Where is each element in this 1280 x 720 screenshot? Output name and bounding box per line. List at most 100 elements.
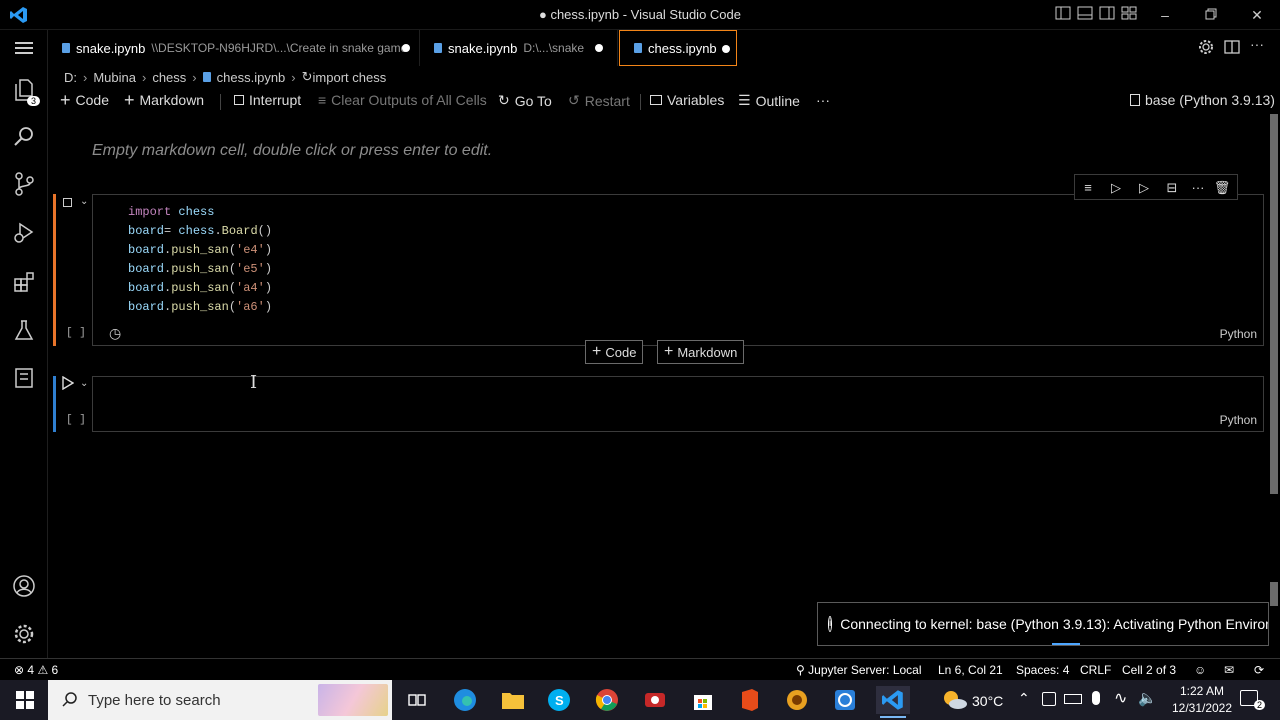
run-by-line-icon[interactable]: ≡ [1077,177,1099,199]
minimize-icon[interactable]: – [1154,4,1176,26]
run-cell-icon[interactable] [62,375,75,393]
cell-collapse-chevron-icon[interactable]: ⌄ [80,196,88,207]
toggle-primary-sidebar-icon[interactable] [1052,4,1074,26]
wifi-icon[interactable]: ∿ [1114,688,1127,708]
outline-button[interactable]: ☰ Outline [738,92,800,109]
unsaved-dot-icon[interactable] [722,45,730,53]
office-icon[interactable] [734,686,764,714]
end-of-line[interactable]: CRLF [1080,663,1111,677]
task-view-icon[interactable] [402,686,432,714]
tab-snake-local[interactable]: snake.ipynb D:\...\snake [420,30,618,66]
vscode-taskbar-icon[interactable] [876,686,910,718]
notifications-bell-icon[interactable]: ✉ [1224,663,1234,677]
tab-snake-remote[interactable]: snake.ipynb \\DESKTOP-N96HJRD\...\Create… [48,30,420,66]
jupyter-server-status[interactable]: ⚲ Jupyter Server: Local [796,663,922,677]
split-editor-icon[interactable] [1224,39,1240,58]
delete-cell-icon[interactable]: 🗑 [1211,177,1233,199]
breadcrumb-cell[interactable]: import chess [313,70,387,85]
kernel-picker-button[interactable]: base (Python 3.9.13) [1130,92,1275,108]
tray-app-icon[interactable] [1042,692,1056,706]
file-explorer-icon[interactable] [498,686,528,714]
breadcrumb-file[interactable]: chess.ipynb [217,70,286,85]
breadcrumb-drive[interactable]: D: [64,70,77,85]
code-cell[interactable]: Python [92,376,1264,432]
variables-button[interactable]: Variables [650,92,724,108]
cursor-position[interactable]: Ln 6, Col 21 [938,663,1003,677]
clock-time[interactable]: 1:22 AM [1170,684,1234,698]
active-app-underline [880,716,906,718]
remote-explorer-icon[interactable] [10,364,38,392]
indentation[interactable]: Spaces: 4 [1016,663,1069,677]
close-icon[interactable]: ✕ [1246,4,1268,26]
insert-markdown-cell-button[interactable]: + Markdown [657,340,745,364]
kernel-notification[interactable]: i Connecting to kernel: base (Python 3.9… [817,602,1269,646]
windows-start-icon[interactable] [10,686,40,714]
menu-icon[interactable] [10,34,38,62]
microphone-icon[interactable] [1092,691,1100,705]
more-actions-icon[interactable]: ··· [1250,36,1264,52]
cell-square-icon[interactable] [63,198,72,207]
app-orange-icon[interactable] [782,686,812,714]
clock-date[interactable]: 12/31/2022 [1166,701,1238,715]
restart-button[interactable]: ↺ Restart [568,92,630,109]
search-icon[interactable] [10,122,38,150]
restore-icon[interactable] [1200,4,1222,26]
testing-icon[interactable] [10,316,38,344]
unsaved-dot-icon[interactable] [402,44,410,52]
microsoft-store-icon[interactable] [688,686,718,714]
live-share-icon[interactable]: ⟳ [1254,663,1264,677]
add-code-cell-button[interactable]: + Code [60,91,109,109]
cell-language[interactable]: Python [1220,413,1257,427]
markdown-placeholder[interactable]: Empty markdown cell, double click or pre… [92,142,492,160]
toolbar-divider [220,94,221,110]
screen-recorder-icon[interactable] [640,686,670,714]
run-debug-icon[interactable] [10,218,38,246]
manage-gear-icon[interactable] [10,620,38,648]
add-markdown-cell-button[interactable]: + Markdown [124,91,204,109]
unsaved-dot-icon[interactable] [595,44,603,52]
scrollbar-thumb[interactable] [1270,114,1278,494]
cell-language[interactable]: Python [1220,327,1257,341]
tab-chess[interactable]: chess.ipynb [619,30,737,66]
weather-icon[interactable] [940,686,970,714]
interrupt-button[interactable]: Interrupt [234,92,301,108]
split-cell-icon[interactable]: ⊟ [1161,177,1183,199]
action-center-badge: 2 [1254,700,1266,710]
chrome-icon[interactable] [592,686,622,714]
accounts-icon[interactable] [10,572,38,600]
goto-button[interactable]: ↻ Go To [498,92,552,109]
temperature[interactable]: 30°C [972,693,1003,709]
source-control-icon[interactable] [10,170,38,198]
cell-collapse-chevron-icon[interactable]: ⌄ [80,378,88,389]
explorer-icon[interactable]: 3 [10,76,40,106]
settings-gear-icon[interactable] [1198,39,1214,58]
execute-above-icon[interactable]: ▷ [1105,177,1127,199]
execute-below-icon[interactable]: ▷ [1133,177,1155,199]
code-editor[interactable]: import chess board= chess.Board() board.… [128,203,272,317]
progress-bar [1052,643,1080,645]
toggle-panel-icon[interactable] [1074,4,1096,26]
app-blue-icon[interactable] [830,686,860,714]
search-highlight-image [318,684,388,716]
variables-label: Variables [667,92,725,108]
cell-more-icon[interactable]: ··· [1187,177,1209,199]
clear-outputs-button[interactable]: ≡ Clear Outputs of All Cells [318,92,487,108]
code-cell[interactable]: import chess board= chess.Board() board.… [92,194,1264,346]
insert-code-cell-button[interactable]: + Code [585,340,644,364]
extensions-icon[interactable] [10,268,38,296]
breadcrumb-folder-mubina[interactable]: Mubina [93,70,136,85]
edge-browser-icon[interactable] [450,686,480,714]
toggle-secondary-sidebar-icon[interactable] [1096,4,1118,26]
skype-icon[interactable]: S [544,686,574,714]
breadcrumb-folder-chess[interactable]: chess [152,70,186,85]
taskbar-search-box[interactable]: Type here to search [48,680,392,720]
volume-icon[interactable]: 🔈 [1138,689,1157,707]
problems-indicator[interactable]: ⊗ 4 ⚠ 6 [14,663,58,677]
show-hidden-icons-chevron-icon[interactable]: ⌃ [1018,690,1030,707]
cell-indicator[interactable]: Cell 2 of 3 [1122,663,1176,677]
battery-icon[interactable] [1064,694,1082,704]
scrollbar-thumb-bottom[interactable] [1270,582,1278,606]
toolbar-more-button[interactable]: ··· [816,92,830,108]
customize-layout-icon[interactable] [1118,4,1140,26]
feedback-icon[interactable]: ☺ [1194,663,1206,677]
